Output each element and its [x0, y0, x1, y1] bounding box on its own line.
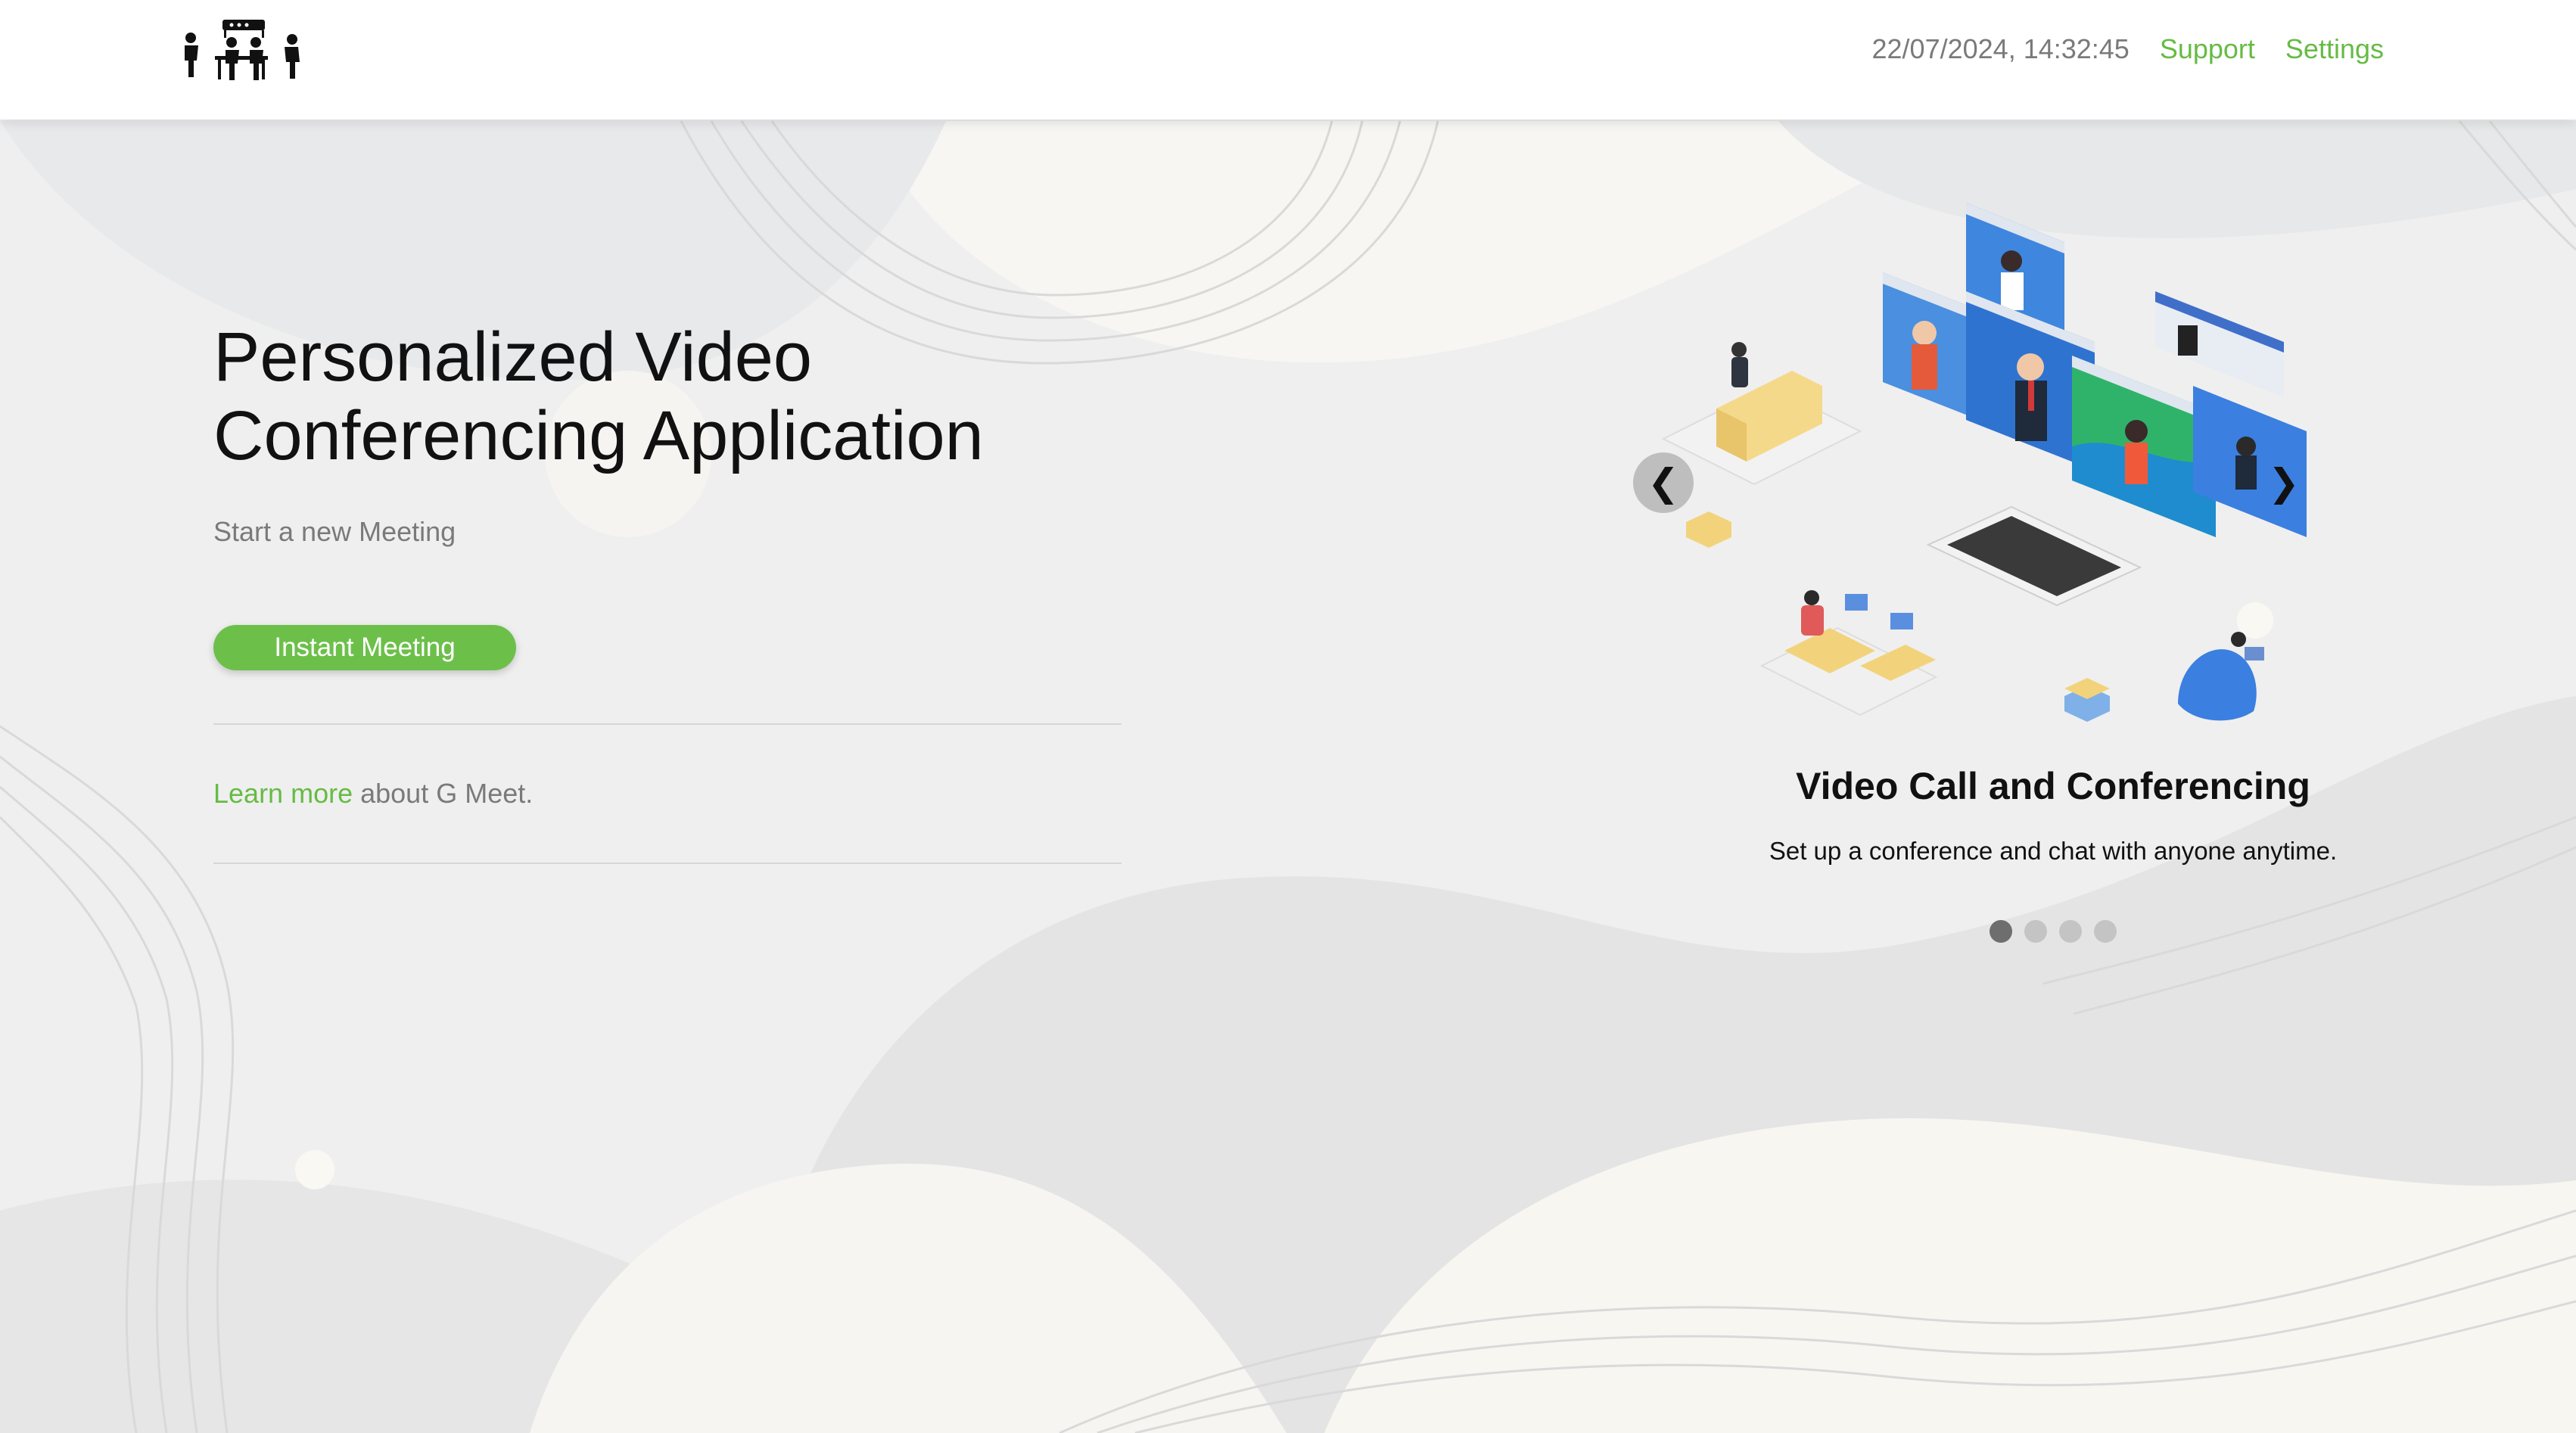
keyboard-graphic [1926, 505, 2142, 607]
page: 22/07/2024, 14:32:45 Support Settings Pe… [0, 0, 2576, 1433]
top-header: 22/07/2024, 14:32:45 Support Settings [0, 0, 2576, 120]
current-datetime: 22/07/2024, 14:32:45 [1871, 33, 2130, 64]
carousel-dot-3[interactable] [2059, 920, 2082, 943]
video-screens-cluster [1883, 203, 2307, 537]
slide-description: Set up a conference and chat with anyone… [1769, 837, 2338, 865]
office-desk-group [1759, 590, 1938, 716]
reception-desk-figure [1661, 342, 1862, 486]
divider-top [213, 723, 1122, 725]
learn-more-line: Learn more about G Meet. [213, 778, 533, 810]
header-nav: 22/07/2024, 14:32:45 Support Settings [1872, 33, 2384, 65]
carousel-dot-2[interactable] [2024, 920, 2047, 943]
hero-subtitle: Start a new Meeting [213, 516, 456, 547]
beanbag-person [2178, 632, 2264, 721]
carousel-dots [1633, 920, 2473, 943]
divider-bottom [213, 863, 1122, 864]
carousel-prev-arrow[interactable]: ❮ [1633, 452, 1694, 513]
feature-carousel: ❮ ❯ Video Call and Conferencing Set up a… [1633, 182, 2473, 968]
settings-link[interactable]: Settings [2285, 33, 2384, 65]
support-link[interactable]: Support [2160, 33, 2255, 65]
carousel-next-arrow[interactable]: ❯ [2254, 452, 2314, 513]
meeting-people-logo-icon[interactable] [179, 15, 304, 82]
slide-title: Video Call and Conferencing [1796, 765, 2310, 807]
instant-meeting-button[interactable]: Instant Meeting [213, 625, 516, 670]
carousel-dot-4[interactable] [2094, 920, 2117, 943]
video-conference-illustration [1661, 203, 2307, 722]
hero-title: Personalized Video Conferencing Applicat… [213, 319, 984, 474]
learn-more-link[interactable]: Learn more [213, 778, 353, 809]
carousel-dot-1[interactable] [1990, 920, 2012, 943]
learn-more-suffix: about G Meet. [353, 778, 534, 809]
